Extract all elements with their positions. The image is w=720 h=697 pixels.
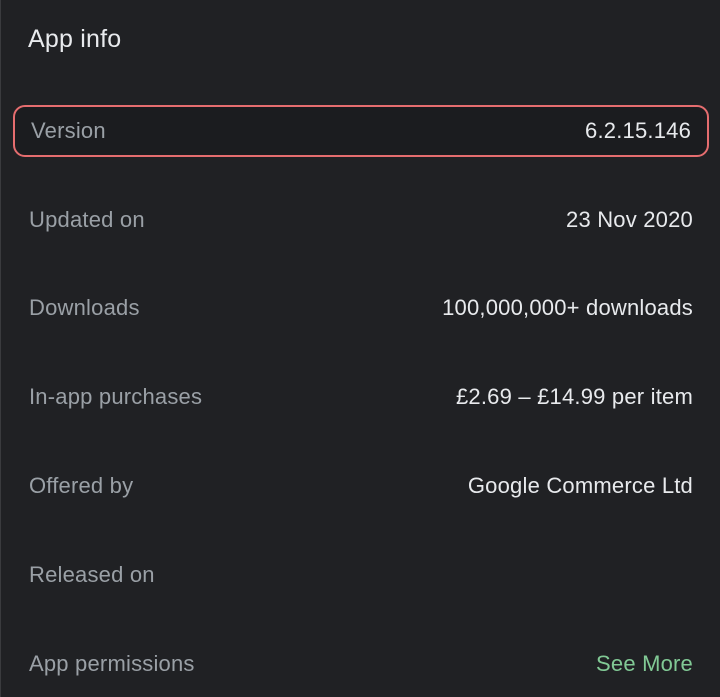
downloads-label: Downloads	[29, 295, 140, 320]
version-row: Version 6.2.15.146	[13, 105, 709, 157]
downloads-value: 100,000,000+ downloads	[442, 295, 693, 320]
in-app-purchases-row: In-app purchases £2.69 – £14.99 per item	[13, 371, 709, 423]
app-info-panel: App info Version 6.2.15.146 Updated on 2…	[0, 0, 720, 697]
released-on-label: Released on	[29, 562, 155, 587]
updated-on-label: Updated on	[29, 207, 145, 232]
offered-by-label: Offered by	[29, 473, 134, 498]
version-label: Version	[31, 118, 106, 143]
released-on-row: Released on	[13, 549, 709, 601]
app-permissions-row: App permissions See More	[13, 638, 709, 690]
see-more-link[interactable]: See More	[596, 651, 693, 677]
in-app-purchases-value: £2.69 – £14.99 per item	[456, 384, 693, 409]
updated-on-value: 23 Nov 2020	[566, 207, 693, 232]
in-app-purchases-label: In-app purchases	[29, 384, 203, 409]
version-value: 6.2.15.146	[585, 118, 691, 143]
updated-on-row: Updated on 23 Nov 2020	[13, 194, 709, 246]
app-permissions-label: App permissions	[29, 651, 195, 676]
downloads-row: Downloads 100,000,000+ downloads	[13, 282, 709, 334]
section-title: App info	[28, 25, 122, 53]
offered-by-value: Google Commerce Ltd	[467, 473, 693, 498]
offered-by-row: Offered by Google Commerce Ltd	[13, 460, 709, 512]
